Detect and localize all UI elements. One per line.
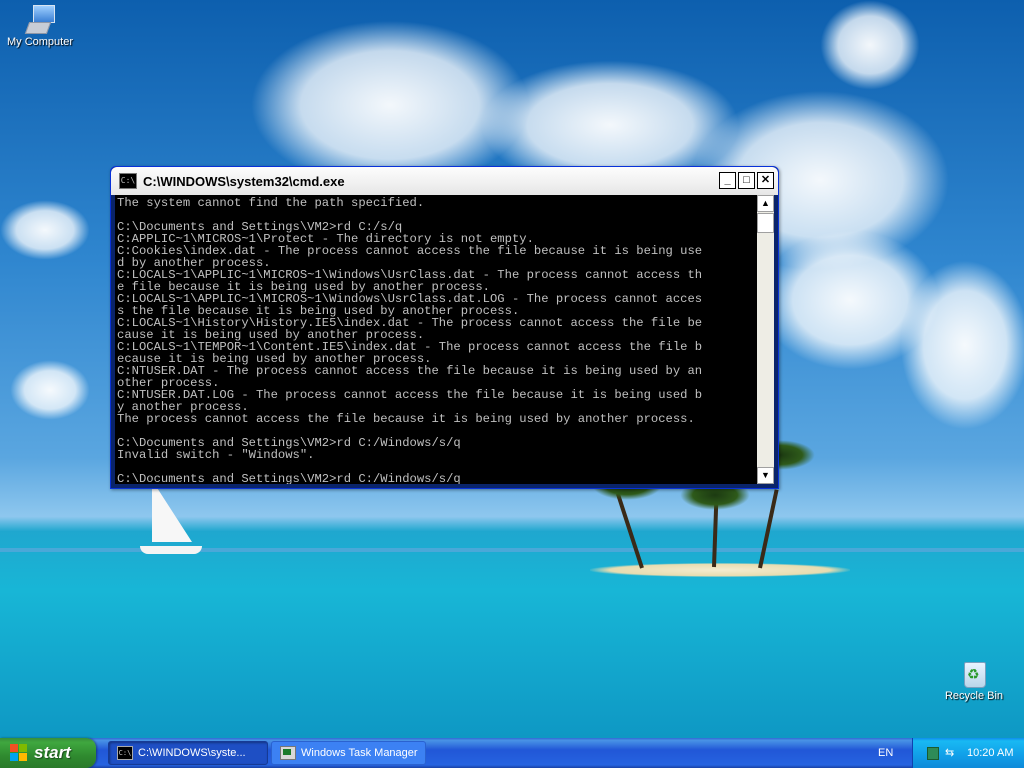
cmd-icon[interactable]: C:\ (119, 173, 137, 189)
window-titlebar[interactable]: C:\ C:\WINDOWS\system32\cmd.exe _ □ ✕ (111, 167, 778, 195)
window-controls: _ □ ✕ (719, 172, 774, 189)
task-manager-icon (280, 746, 296, 760)
cloud (820, 0, 920, 90)
console-line: C:\Documents and Settings\VM2>rd C:/Wind… (117, 472, 461, 484)
scroll-up-arrow-icon[interactable]: ▲ (757, 195, 774, 212)
desktop-icon-label: My Computer (6, 36, 74, 48)
clock[interactable]: 10:20 AM (967, 747, 1013, 759)
start-button[interactable]: start (0, 738, 96, 768)
island (590, 563, 850, 577)
taskbar-button-label: Windows Task Manager (301, 747, 418, 759)
taskbar: start C:\ C:\WINDOWS\syste... Windows Ta… (0, 738, 1024, 768)
cloud (900, 260, 1024, 430)
console-output[interactable]: The system cannot find the path specifie… (115, 195, 757, 484)
language-indicator[interactable]: EN (878, 747, 893, 759)
maximize-button[interactable]: □ (738, 172, 755, 189)
minimize-button[interactable]: _ (719, 172, 736, 189)
cloud (0, 200, 90, 260)
console-line: The process cannot access the file becau… (117, 412, 695, 426)
cmd-window[interactable]: C:\ C:\WINDOWS\system32\cmd.exe _ □ ✕ Th… (110, 166, 779, 489)
palm-trunk (758, 489, 779, 569)
sailboat-sail (152, 480, 192, 542)
sailboat-hull (140, 546, 202, 554)
windows-logo-icon (10, 744, 28, 762)
cloud (10, 360, 90, 420)
desktop-icon-my-computer[interactable]: My Computer (0, 4, 80, 48)
close-button[interactable]: ✕ (757, 172, 774, 189)
palm-trunk (615, 493, 644, 569)
taskbar-button-task-manager[interactable]: Windows Task Manager (271, 741, 426, 765)
window-title: C:\WINDOWS\system32\cmd.exe (143, 173, 345, 189)
console-line: The system cannot find the path specifie… (117, 196, 425, 210)
taskbar-button-label: C:\WINDOWS\syste... (138, 747, 246, 759)
scroll-thumb[interactable] (757, 213, 774, 233)
start-label: start (34, 743, 71, 762)
scroll-down-arrow-icon[interactable]: ▼ (757, 467, 774, 484)
network-icon[interactable]: ⇆ (945, 747, 957, 759)
recycle-bin-icon: ♻ (961, 658, 987, 688)
cmd-icon: C:\ (117, 746, 133, 760)
vertical-scrollbar[interactable]: ▲ ▼ (757, 195, 774, 484)
console-line: Invalid switch - "Windows". (117, 448, 315, 462)
taskbar-button-cmd[interactable]: C:\ C:\WINDOWS\syste... (108, 741, 268, 765)
my-computer-icon (24, 4, 55, 34)
desktop-icon-label: Recycle Bin (944, 690, 1004, 702)
desktop-icon-recycle-bin[interactable]: ♻ Recycle Bin (934, 658, 1014, 702)
tray-app-icon[interactable] (927, 746, 939, 760)
system-tray: ⇆ 10:20 AM (912, 738, 1024, 768)
